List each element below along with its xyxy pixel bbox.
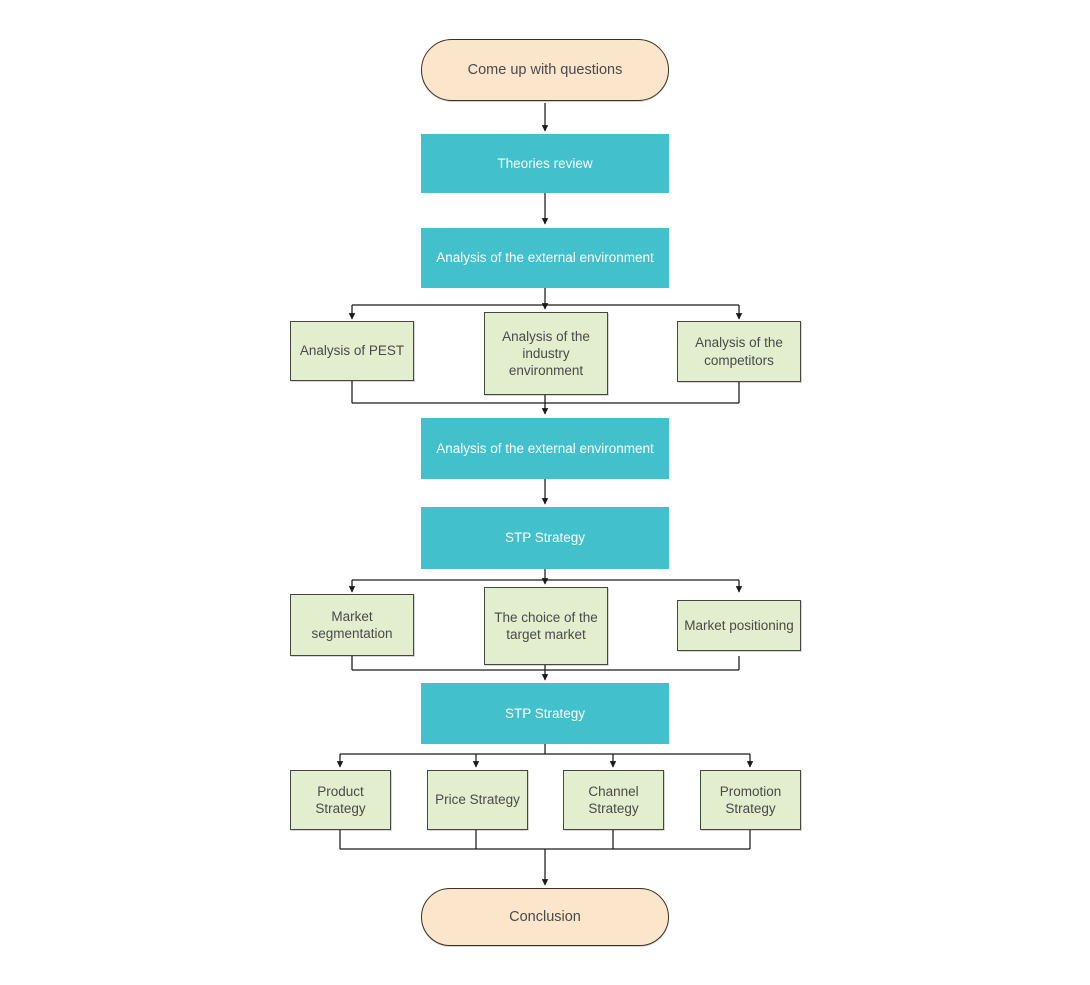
node-stp-strategy-1[interactable]: STP Strategy [421, 507, 669, 569]
node-price-strategy-label: Price Strategy [435, 792, 520, 808]
node-industry-environment[interactable]: Analysis of the industry environment [484, 312, 608, 395]
node-analysis-of-pest[interactable]: Analysis of PEST [290, 321, 414, 381]
node-promotion-strategy[interactable]: Promotion Strategy [700, 770, 801, 830]
node-target-market-choice[interactable]: The choice of the target market [484, 587, 608, 665]
flowchart-canvas: Come up with questions Theories review A… [0, 0, 1090, 985]
node-stp-strategy-2[interactable]: STP Strategy [421, 683, 669, 744]
node-industry-environment-label: Analysis of the industry environment [502, 328, 590, 379]
node-analysis-of-competitors[interactable]: Analysis of the competitors [677, 321, 801, 382]
node-theories-review[interactable]: Theories review [421, 134, 669, 193]
node-stp-strategy-2-label: STP Strategy [504, 705, 586, 721]
node-external-environment-1-label: Analysis of the external environment [436, 250, 654, 266]
node-theories-review-label: Theories review [497, 155, 593, 171]
node-product-strategy[interactable]: Product Strategy [290, 770, 391, 830]
node-market-positioning[interactable]: Market positioning [677, 600, 801, 651]
node-analysis-of-competitors-label: Analysis of the competitors [695, 335, 783, 368]
node-external-environment-1[interactable]: Analysis of the external environment [421, 228, 669, 288]
node-channel-strategy[interactable]: Channel Strategy [563, 770, 664, 830]
node-market-segmentation[interactable]: Market segmentation [290, 594, 414, 656]
node-conclusion-label: Conclusion [509, 908, 581, 925]
node-stp-strategy-1-label: STP Strategy [504, 530, 586, 546]
node-conclusion[interactable]: Conclusion [421, 888, 669, 946]
node-target-market-choice-label: The choice of the target market [494, 609, 598, 642]
node-channel-strategy-label: Channel Strategy [588, 783, 639, 816]
node-market-positioning-label: Market positioning [684, 617, 794, 633]
node-start[interactable]: Come up with questions [421, 39, 669, 101]
node-external-environment-2[interactable]: Analysis of the external environment [421, 418, 669, 479]
node-external-environment-2-label: Analysis of the external environment [436, 440, 654, 456]
node-start-label: Come up with questions [467, 61, 623, 78]
node-product-strategy-label: Product Strategy [315, 783, 366, 816]
node-market-segmentation-label: Market segmentation [311, 608, 393, 641]
node-analysis-of-pest-label: Analysis of PEST [299, 343, 405, 359]
node-promotion-strategy-label: Promotion Strategy [719, 783, 782, 816]
node-price-strategy[interactable]: Price Strategy [427, 770, 528, 830]
